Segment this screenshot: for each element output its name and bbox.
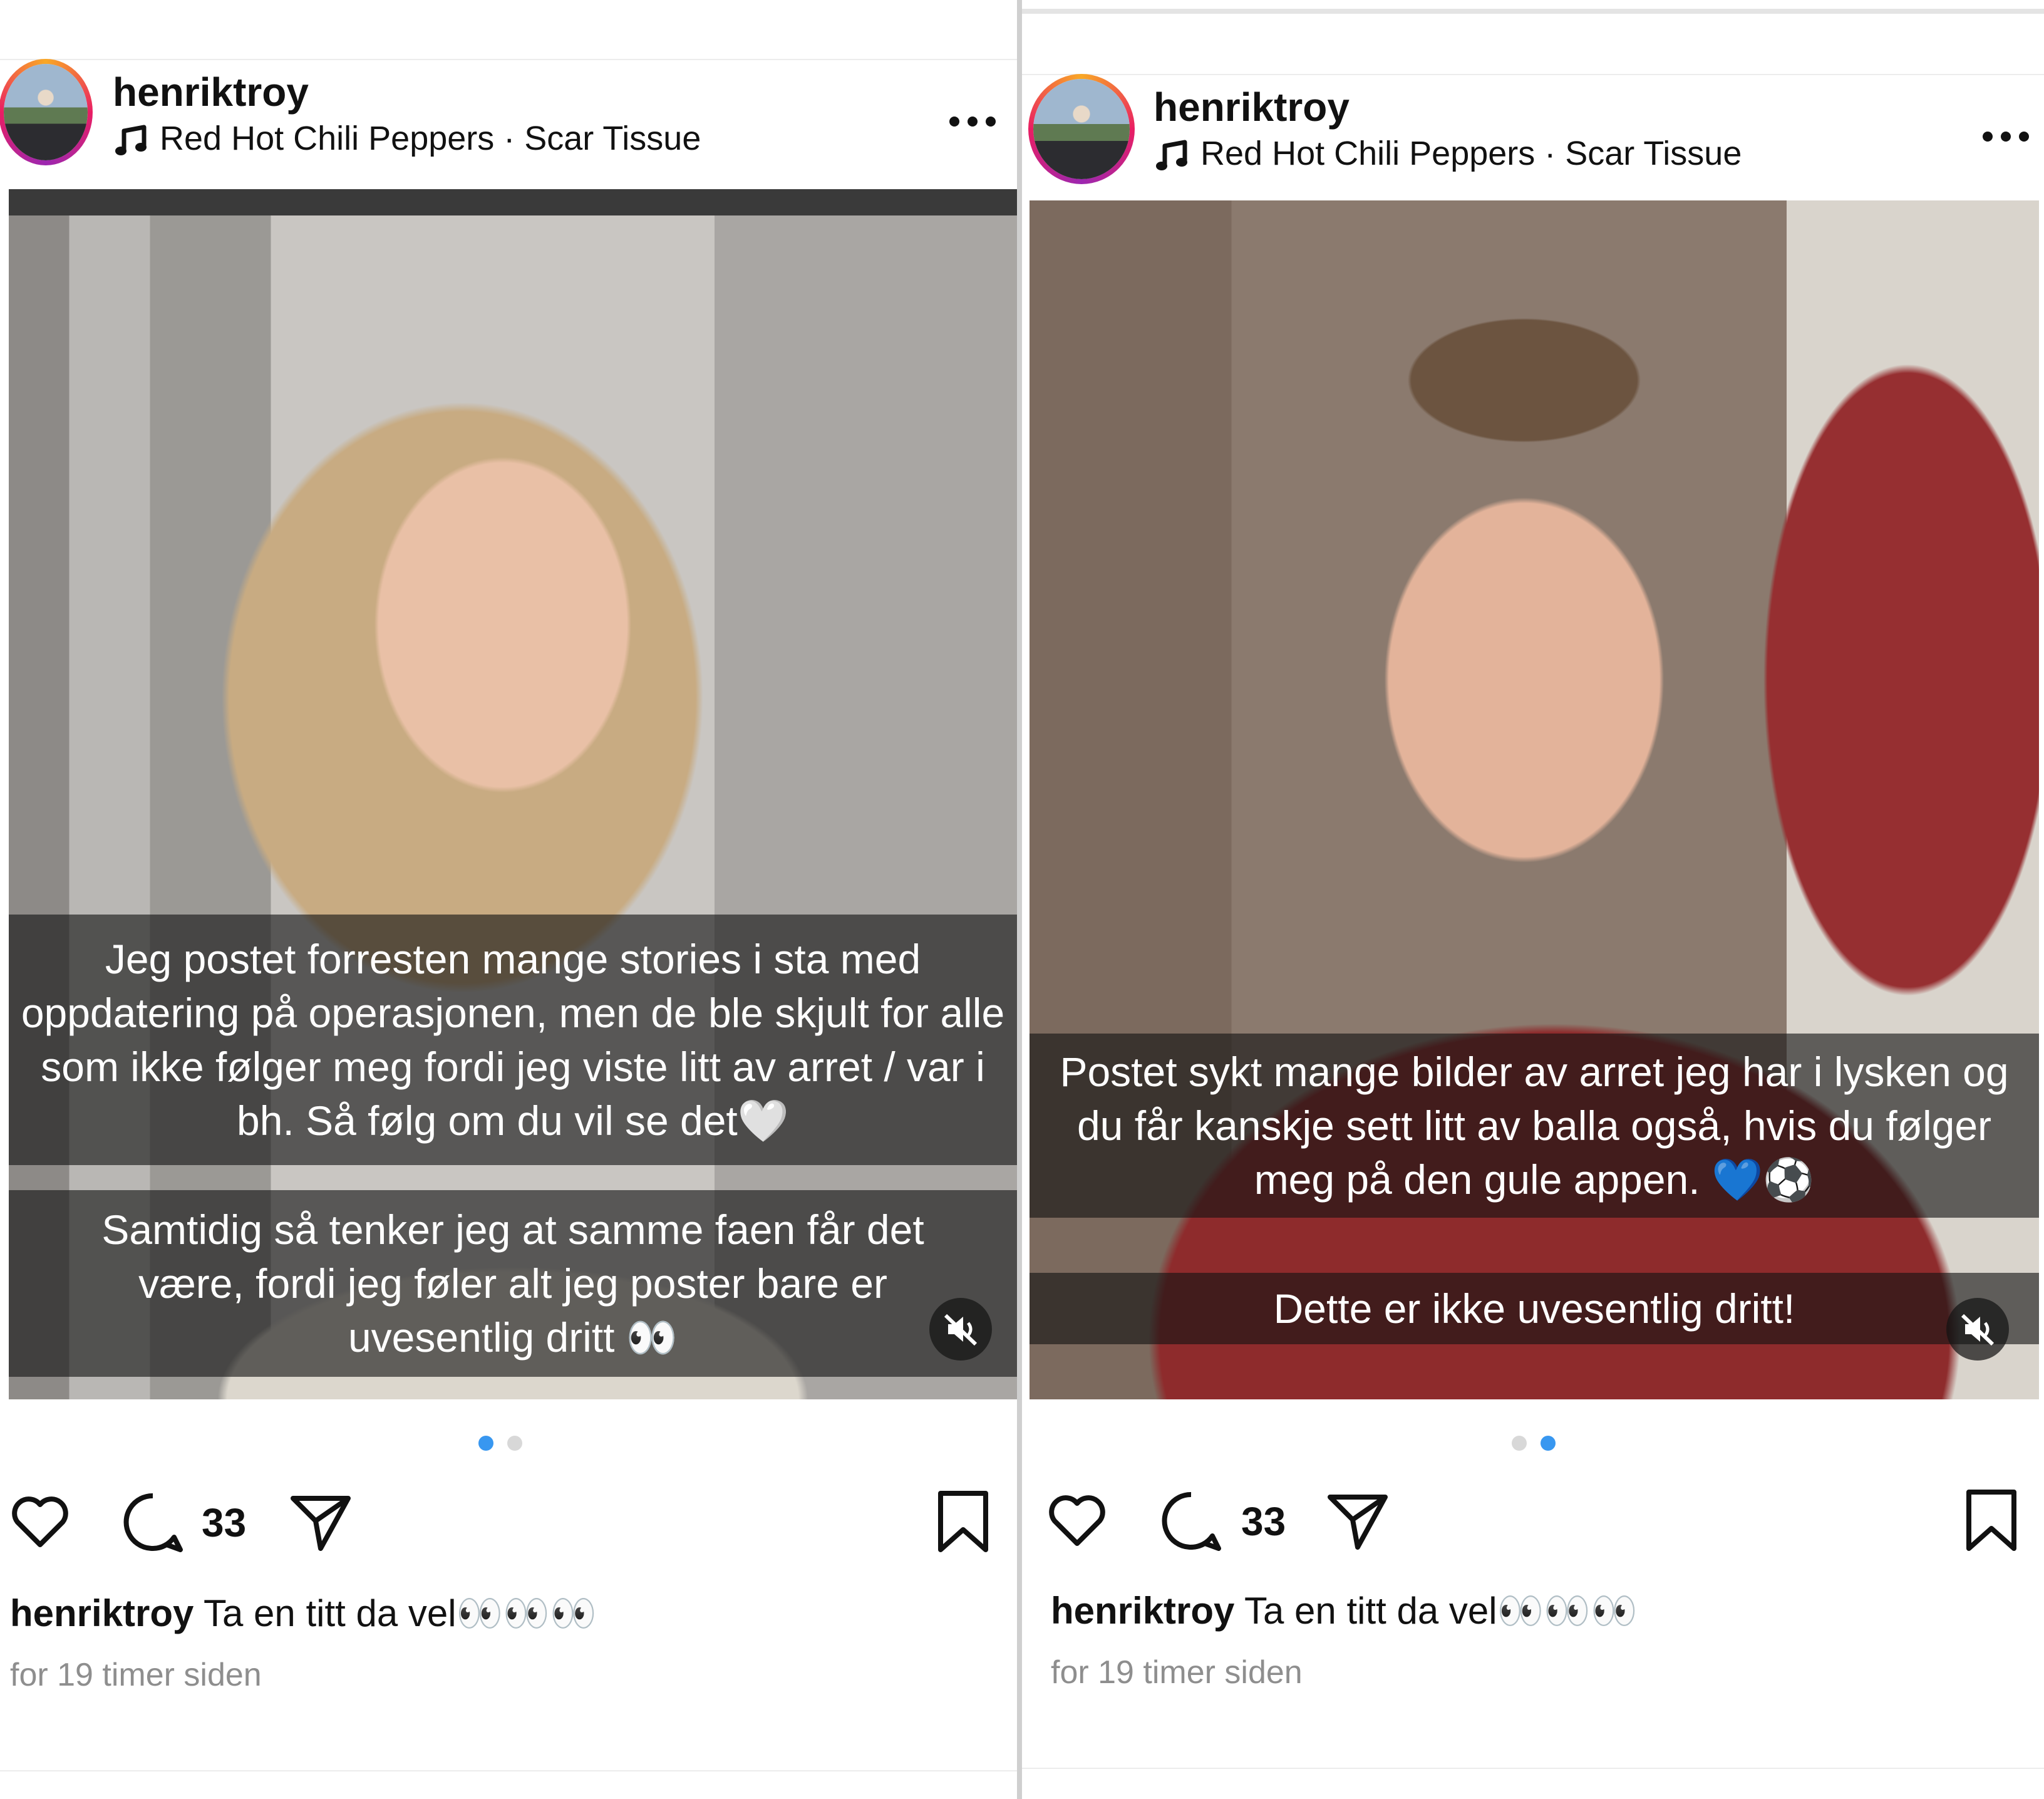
panel-divider bbox=[1017, 0, 1022, 1799]
comment-icon[interactable] bbox=[120, 1490, 185, 1555]
story-caption-1: Jeg postet forresten mange stories i sta… bbox=[9, 915, 1017, 1165]
caption-username[interactable]: henriktroy bbox=[10, 1592, 194, 1634]
bookmark-icon[interactable] bbox=[936, 1490, 991, 1555]
post-timestamp: for 19 timer siden bbox=[1051, 1654, 1303, 1691]
music-attribution[interactable]: Red Hot Chili Peppers · Scar Tissue bbox=[1154, 134, 1742, 175]
carousel-dot-2 bbox=[507, 1436, 522, 1451]
heart-icon[interactable] bbox=[9, 1491, 71, 1553]
footer-divider bbox=[0, 1770, 1017, 1771]
music-note-icon bbox=[1156, 140, 1187, 170]
story-caption-2: Dette er ikke uvesentlig dritt! bbox=[1030, 1273, 2039, 1344]
avatar-photo bbox=[1033, 79, 1130, 179]
caption-username[interactable]: henriktroy bbox=[1051, 1590, 1234, 1632]
music-note-icon bbox=[115, 125, 147, 155]
send-icon[interactable] bbox=[288, 1490, 353, 1555]
song-label: Red Hot Chili Peppers · Scar Tissue bbox=[160, 120, 701, 157]
send-icon[interactable] bbox=[1325, 1488, 1390, 1553]
more-options-icon[interactable] bbox=[1981, 103, 2030, 153]
bookmark-icon[interactable] bbox=[1964, 1488, 2019, 1553]
song-label: Red Hot Chili Peppers · Scar Tissue bbox=[1200, 135, 1742, 172]
media-top-band bbox=[9, 189, 1017, 215]
header-divider bbox=[1022, 74, 2044, 75]
post-username[interactable]: henriktroy bbox=[113, 69, 309, 115]
comment-icon[interactable] bbox=[1159, 1488, 1224, 1553]
carousel-dot-2 bbox=[1541, 1436, 1556, 1451]
speaker-muted-icon[interactable] bbox=[1946, 1298, 2009, 1361]
caption-text: Ta en titt da vel👀👀👀 bbox=[204, 1592, 597, 1634]
story-caption-2: Samtidig så tenker jeg at samme faen får… bbox=[9, 1190, 1017, 1377]
post-left: henriktroy Red Hot Chili Peppers · Scar … bbox=[0, 0, 1017, 1799]
carousel-dot-1 bbox=[1512, 1436, 1527, 1451]
post-right: henriktroy Red Hot Chili Peppers · Scar … bbox=[1022, 0, 2044, 1799]
post-caption: henriktroy Ta en titt da vel👀👀👀 bbox=[10, 1591, 597, 1636]
post-media[interactable]: Postet sykt mange bilder av arret jeg ha… bbox=[1030, 200, 2039, 1399]
post-media[interactable]: Jeg postet forresten mange stories i sta… bbox=[9, 189, 1017, 1399]
top-edge bbox=[1022, 9, 2044, 14]
more-dots bbox=[1983, 132, 2029, 142]
music-attribution[interactable]: Red Hot Chili Peppers · Scar Tissue bbox=[113, 119, 701, 160]
post-username[interactable]: henriktroy bbox=[1154, 84, 1350, 130]
caption-text: Ta en titt da vel👀👀👀 bbox=[1244, 1590, 1638, 1632]
post-caption: henriktroy Ta en titt da vel👀👀👀 bbox=[1051, 1589, 1638, 1633]
avatar[interactable] bbox=[1028, 74, 1135, 184]
more-dots bbox=[949, 117, 996, 127]
footer-divider bbox=[1022, 1768, 2044, 1769]
speaker-muted-icon[interactable] bbox=[929, 1298, 992, 1361]
avatar-photo bbox=[4, 64, 88, 160]
header-divider bbox=[0, 59, 1017, 60]
story-caption-1: Postet sykt mange bilder av arret jeg ha… bbox=[1030, 1034, 2039, 1218]
speaker-muted-glyph bbox=[1961, 1314, 1995, 1346]
comment-count: 33 bbox=[1241, 1499, 1286, 1544]
carousel-dot-1 bbox=[478, 1436, 493, 1451]
avatar[interactable] bbox=[0, 59, 93, 165]
post-timestamp: for 19 timer siden bbox=[10, 1657, 262, 1693]
more-options-icon[interactable] bbox=[948, 88, 997, 138]
heart-icon[interactable] bbox=[1046, 1490, 1108, 1552]
comment-count: 33 bbox=[202, 1500, 247, 1545]
speaker-muted-glyph bbox=[944, 1314, 978, 1346]
